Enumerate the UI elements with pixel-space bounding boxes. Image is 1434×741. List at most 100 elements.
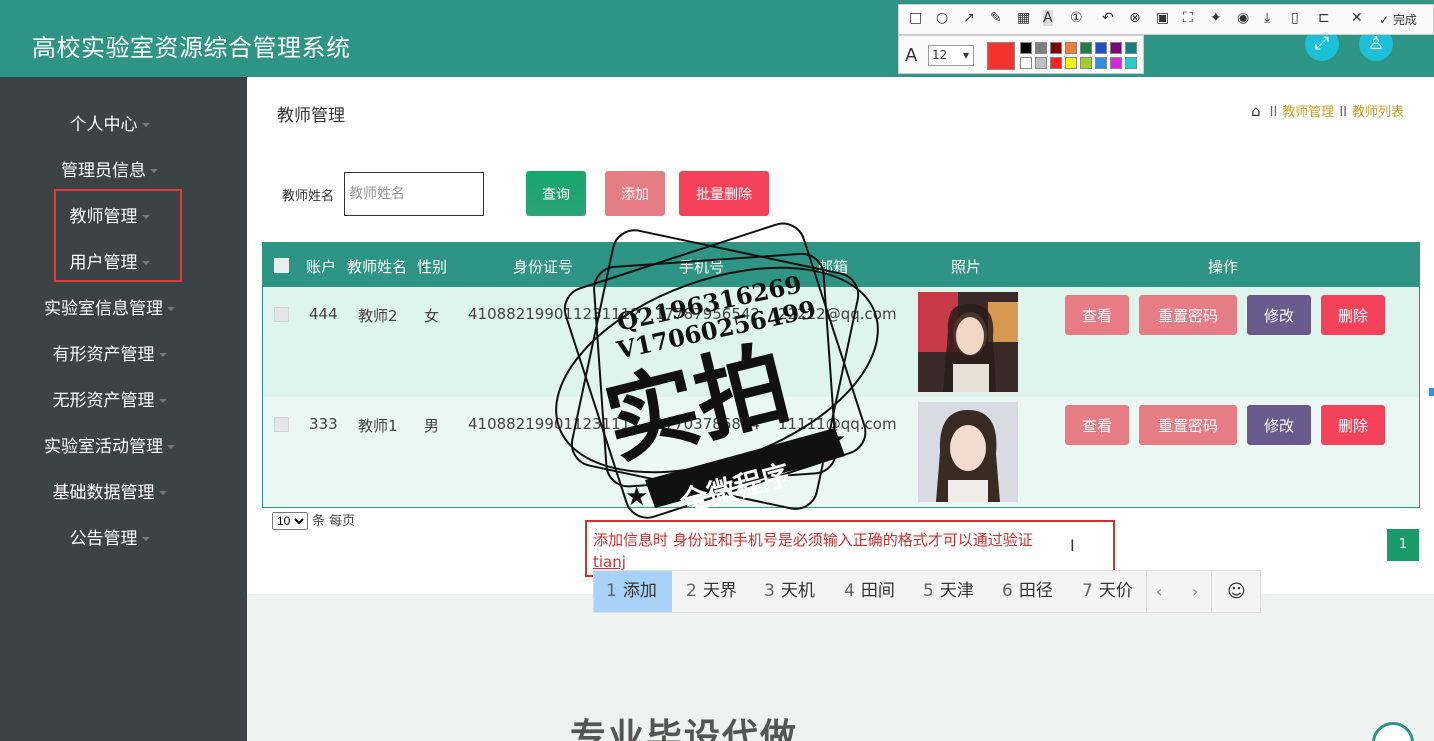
ime-candidate-number: 4 xyxy=(844,581,855,601)
sidebar-item[interactable]: 实验室活动管理 xyxy=(0,432,219,457)
add-button[interactable]: 添加 xyxy=(605,171,665,216)
caret-down-icon xyxy=(167,445,175,449)
ime-candidate[interactable]: 1 添加 xyxy=(594,571,672,612)
sidebar-item[interactable]: 无形资产管理 xyxy=(0,386,219,411)
ime-candidate[interactable]: 7 天价 xyxy=(1070,571,1148,612)
color-swatch[interactable] xyxy=(1050,57,1062,69)
color-swatch[interactable] xyxy=(1125,57,1137,69)
view-button[interactable]: 查看 xyxy=(1065,295,1129,335)
home-icon[interactable]: ⌂ xyxy=(1251,102,1261,120)
annotation-text: 添加信息时 身份证和手机号是必须输入正确的格式才可以通过验证 xyxy=(593,531,1033,549)
sidebar-item[interactable]: 有形资产管理 xyxy=(0,340,219,365)
ime-candidate-number: 5 xyxy=(923,581,934,601)
ocr-icon[interactable]: ▣ xyxy=(1156,10,1169,26)
breadcrumb-level2[interactable]: 教师列表 xyxy=(1352,105,1404,120)
caret-down-icon xyxy=(141,123,150,127)
ime-candidate-word: 天价 xyxy=(1098,581,1133,601)
breadcrumb: ⌂ II 教师管理 II 教师列表 xyxy=(1251,101,1404,120)
reset-password-button[interactable]: 重置密码 xyxy=(1139,295,1237,335)
ime-prev-icon[interactable]: ‹ xyxy=(1156,571,1162,612)
emoji-icon[interactable]: ☺ xyxy=(1227,571,1246,612)
app-title: 高校实验室资源综合管理系统 xyxy=(32,34,351,62)
page-number-button[interactable]: 1 xyxy=(1387,529,1419,561)
color-swatch[interactable] xyxy=(1020,42,1032,54)
record-icon[interactable]: ◉ xyxy=(1237,10,1249,26)
mosaic-tool-icon[interactable]: ▦ xyxy=(1017,10,1030,26)
annotation-textbox[interactable]: 添加信息时 身份证和手机号是必须输入正确的格式才可以通过验证 tianj xyxy=(585,520,1115,577)
view-button[interactable]: 查看 xyxy=(1065,405,1129,445)
color-swatch[interactable] xyxy=(1065,57,1077,69)
row-checkbox[interactable] xyxy=(274,307,289,322)
edit-button[interactable]: 修改 xyxy=(1247,295,1311,335)
bottom-banner-text: 专业毕设代做 xyxy=(570,717,799,741)
sidebar-item-label: 无形资产管理 xyxy=(52,391,155,411)
ellipse-tool-icon[interactable]: ○ xyxy=(936,10,948,26)
sidebar-item[interactable]: 基础数据管理 xyxy=(0,478,219,503)
color-swatch[interactable] xyxy=(1080,42,1092,54)
sidebar-item[interactable]: 公告管理 xyxy=(0,524,219,549)
arrow-tool-icon[interactable]: ↗ xyxy=(963,10,975,26)
sidebar-item[interactable]: 实验室信息管理 xyxy=(0,294,219,319)
color-swatch[interactable] xyxy=(1035,42,1047,54)
ime-candidate-number: 2 xyxy=(686,581,697,601)
th-actions: 操作 xyxy=(1208,258,1239,276)
crop-icon[interactable]: ⛶ xyxy=(1183,10,1193,26)
color-swatch[interactable] xyxy=(1020,57,1032,69)
phone-icon[interactable]: ▯ xyxy=(1291,10,1299,26)
delete-button[interactable]: 删除 xyxy=(1321,405,1385,445)
color-swatch[interactable] xyxy=(1035,57,1047,69)
ime-candidate[interactable]: 6 田径 xyxy=(990,571,1068,612)
ime-candidate-word: 天津 xyxy=(939,581,974,601)
sticky-icon[interactable]: ✦ xyxy=(1210,10,1222,26)
ime-candidate-word: 添加 xyxy=(622,581,657,601)
font-size-select[interactable]: 12 ▾ xyxy=(928,45,974,66)
ime-candidate-number: 3 xyxy=(764,581,775,601)
select-all-checkbox[interactable] xyxy=(274,258,289,273)
sidebar-item-label: 实验室活动管理 xyxy=(44,437,163,457)
download-icon[interactable]: ⤓ xyxy=(1264,10,1270,26)
ime-next-icon[interactable]: › xyxy=(1192,571,1198,612)
ime-candidate[interactable]: 5 天津 xyxy=(911,571,989,612)
ime-candidate[interactable]: 4 田间 xyxy=(832,571,910,612)
query-button[interactable]: 查询 xyxy=(526,171,586,216)
close-icon[interactable]: ✕ xyxy=(1351,10,1363,26)
bookmark-icon[interactable]: ⊏ xyxy=(1318,10,1330,26)
number-tool-icon[interactable]: ① xyxy=(1070,10,1083,26)
reset-password-button[interactable]: 重置密码 xyxy=(1139,405,1237,445)
breadcrumb-level1[interactable]: 教师管理 xyxy=(1282,105,1334,120)
color-swatch[interactable] xyxy=(1095,57,1107,69)
row-checkbox[interactable] xyxy=(274,417,289,432)
color-swatch[interactable] xyxy=(1110,42,1122,54)
color-swatch[interactable] xyxy=(1050,42,1062,54)
ime-candidate[interactable]: 3 天机 xyxy=(752,571,830,612)
color-swatch[interactable] xyxy=(1080,57,1092,69)
ime-candidate[interactable]: 2 天界 xyxy=(674,571,752,612)
page-size-select[interactable]: 10 xyxy=(272,512,308,530)
edit-button[interactable]: 修改 xyxy=(1247,405,1311,445)
color-swatch[interactable] xyxy=(1065,42,1077,54)
th-phone: 手机号 xyxy=(679,258,725,276)
done-button[interactable]: ✓ 完成 xyxy=(1379,11,1417,28)
rectangle-tool-icon[interactable]: □ xyxy=(909,10,922,26)
sidebar-item[interactable]: 管理员信息 xyxy=(0,156,219,181)
pen-tool-icon[interactable]: ✎ xyxy=(990,10,1002,26)
sidebar-item[interactable]: 个人中心 xyxy=(0,110,219,135)
current-color-swatch[interactable] xyxy=(987,42,1015,70)
color-swatch[interactable] xyxy=(1110,57,1122,69)
batch-delete-button[interactable]: 批量删除 xyxy=(679,171,769,216)
undo-icon[interactable]: ↶ xyxy=(1102,10,1114,26)
breadcrumb-sep: II xyxy=(1339,105,1347,120)
caret-down-icon xyxy=(141,537,150,541)
text-tool-icon[interactable]: A xyxy=(1043,10,1053,26)
sidebar-item-label: 基础数据管理 xyxy=(52,483,155,503)
scroll-top-icon[interactable] xyxy=(1372,722,1414,741)
cell-gender: 女 xyxy=(424,307,440,325)
color-swatch[interactable] xyxy=(1125,42,1137,54)
main-panel: 教师管理 ⌂ II 教师管理 II 教师列表 教师姓名 查询 添加 批量删除 账户 教师… xyxy=(247,77,1434,594)
delete-button[interactable]: 删除 xyxy=(1321,295,1385,335)
color-swatch[interactable] xyxy=(1095,42,1107,54)
ime-divider xyxy=(1211,571,1212,612)
pin-icon[interactable]: ⊗ xyxy=(1129,10,1141,26)
cell-email: 22222@qq.com xyxy=(778,305,897,323)
teacher-name-search-input[interactable] xyxy=(344,172,484,216)
